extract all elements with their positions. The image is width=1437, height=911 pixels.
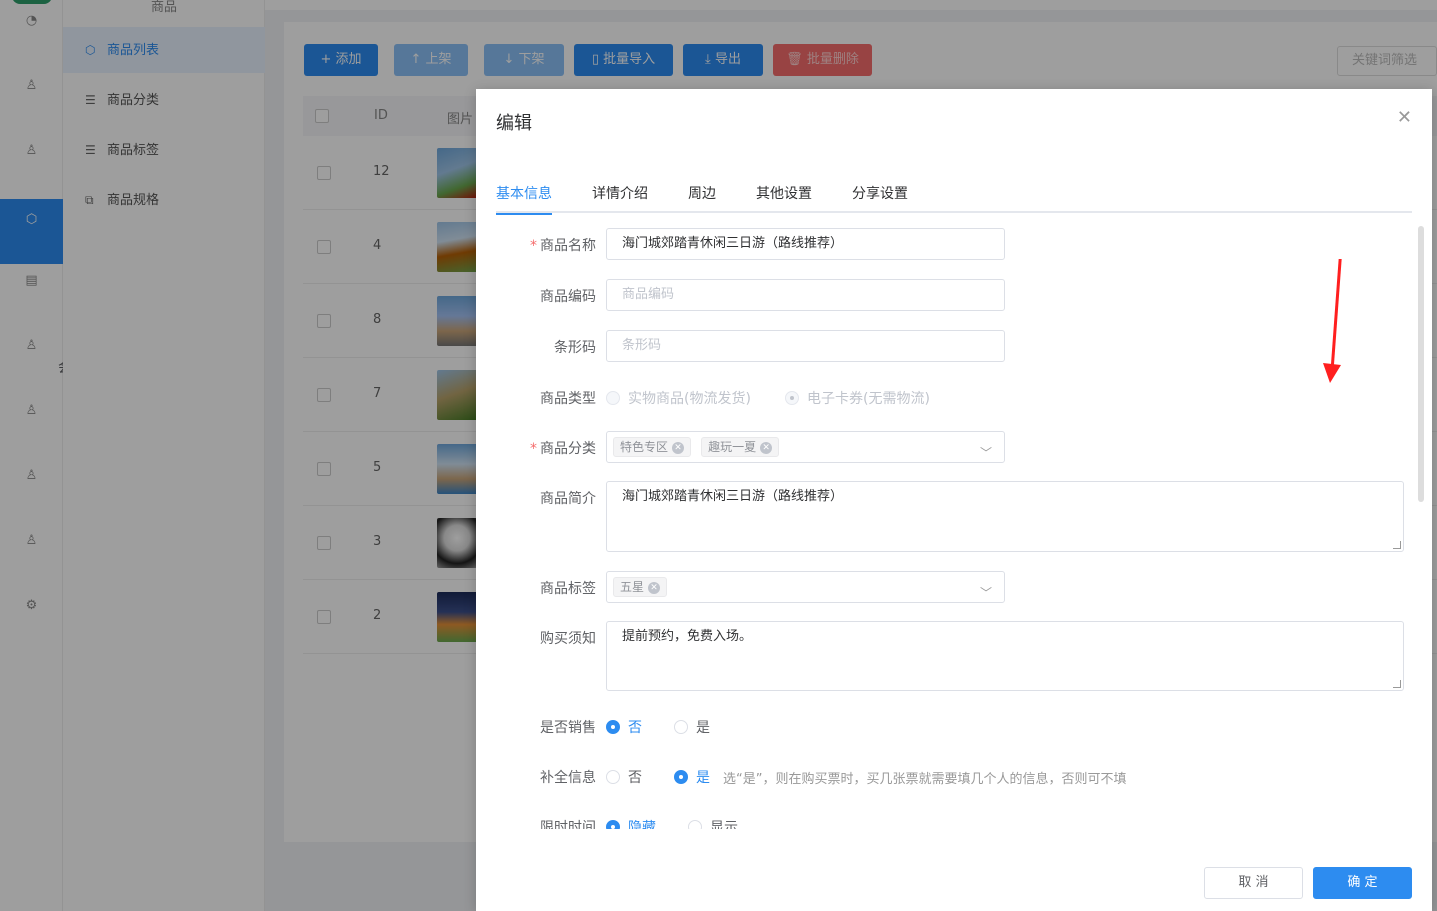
goods-name-input[interactable]: 海门城郊踏青休闲三日游（路线推荐） bbox=[606, 228, 1005, 260]
type-physical-radio[interactable]: 实物商品(物流发货) bbox=[606, 388, 751, 408]
radio-dot bbox=[688, 820, 702, 829]
form-scrollbar[interactable] bbox=[1418, 226, 1424, 502]
goods-tags-select[interactable]: 五星 ✕ ﹀ bbox=[606, 571, 1005, 603]
basic-info-form: * 商品名称 海门城郊踏青休闲三日游（路线推荐） 商品编码 商品编码 条形码 条形… bbox=[496, 225, 1412, 829]
radio-dot bbox=[606, 820, 620, 829]
goods-category-label: * 商品分类 bbox=[530, 441, 596, 457]
purchase-notice-textarea[interactable]: 提前预约，免费入场。 bbox=[606, 621, 1404, 691]
time-hide-radio[interactable]: 隐藏 bbox=[606, 817, 656, 829]
required-mark: * bbox=[530, 441, 537, 457]
radio-dot bbox=[674, 770, 688, 784]
tag-remove-icon[interactable]: ✕ bbox=[648, 582, 661, 594]
purchase-notice-label: 购买须知 bbox=[540, 631, 596, 647]
category-tag: 趣玩一夏 ✕ bbox=[701, 437, 780, 457]
barcode-label: 条形码 bbox=[554, 340, 596, 356]
close-icon[interactable]: ✕ bbox=[1397, 107, 1412, 128]
radio-dot bbox=[606, 720, 620, 734]
radio-dot bbox=[606, 391, 620, 405]
annotation-arrow-icon bbox=[1323, 259, 1342, 383]
radio-dot bbox=[785, 391, 799, 405]
complete-info-label: 补全信息 bbox=[540, 770, 596, 786]
tab-basic-info[interactable]: 基本信息 bbox=[496, 183, 552, 215]
type-ecard-radio[interactable]: 电子卡券(无需物流) bbox=[785, 388, 930, 408]
complete-info-yes-radio[interactable]: 是 bbox=[674, 767, 710, 787]
chevron-down-icon: ﹀ bbox=[979, 446, 992, 460]
category-tag: 特色专区 ✕ bbox=[613, 437, 692, 457]
chevron-down-icon: ﹀ bbox=[979, 586, 992, 600]
required-mark: * bbox=[530, 238, 537, 254]
tab-other-settings[interactable]: 其他设置 bbox=[756, 183, 812, 213]
radio-dot bbox=[674, 720, 688, 734]
goods-name-label: * 商品名称 bbox=[530, 238, 596, 254]
time-show-radio[interactable]: 显示 bbox=[688, 817, 738, 829]
complete-info-no-radio[interactable]: 否 bbox=[606, 767, 642, 787]
edit-dialog: 编辑 ✕ 基本信息 详情介绍 周边 其他设置 分享设置 * 商品名称 海门城郊踏青… bbox=[476, 89, 1432, 911]
tab-active-indicator bbox=[496, 213, 552, 215]
barcode-input[interactable]: 条形码 bbox=[606, 330, 1005, 362]
radio-dot bbox=[606, 770, 620, 784]
on-sale-yes-radio[interactable]: 是 bbox=[674, 717, 710, 737]
goods-code-label: 商品编码 bbox=[540, 289, 596, 305]
cancel-button[interactable]: 取 消 bbox=[1204, 867, 1303, 899]
goods-intro-label: 商品简介 bbox=[540, 491, 596, 507]
goods-type-label: 商品类型 bbox=[540, 391, 596, 407]
dialog-tabs: 基本信息 详情介绍 周边 其他设置 分享设置 bbox=[496, 183, 1412, 215]
tag-remove-icon[interactable]: ✕ bbox=[760, 442, 773, 454]
tab-share-settings[interactable]: 分享设置 bbox=[852, 183, 908, 213]
tag-remove-icon[interactable]: ✕ bbox=[672, 442, 685, 454]
goods-category-select[interactable]: 特色专区 ✕ 趣玩一夏 ✕ ﹀ bbox=[606, 431, 1005, 463]
time-limit-label: 限时时间 bbox=[540, 820, 596, 829]
on-sale-no-radio[interactable]: 否 bbox=[606, 717, 642, 737]
goods-tags-label: 商品标签 bbox=[540, 581, 596, 597]
dialog-title: 编辑 bbox=[496, 113, 532, 134]
resize-handle[interactable] bbox=[1393, 680, 1401, 688]
on-sale-label: 是否销售 bbox=[540, 720, 596, 736]
tab-detail[interactable]: 详情介绍 bbox=[592, 183, 648, 213]
tab-surroundings[interactable]: 周边 bbox=[688, 183, 716, 213]
goods-code-input[interactable]: 商品编码 bbox=[606, 279, 1005, 311]
resize-handle[interactable] bbox=[1393, 541, 1401, 549]
complete-info-hint: 选“是”，则在购买票时，买几张票就需要填几个人的信息，否则可不填 bbox=[723, 772, 1127, 787]
confirm-button[interactable]: 确 定 bbox=[1313, 867, 1412, 899]
goods-tag: 五星 ✕ bbox=[613, 577, 668, 597]
